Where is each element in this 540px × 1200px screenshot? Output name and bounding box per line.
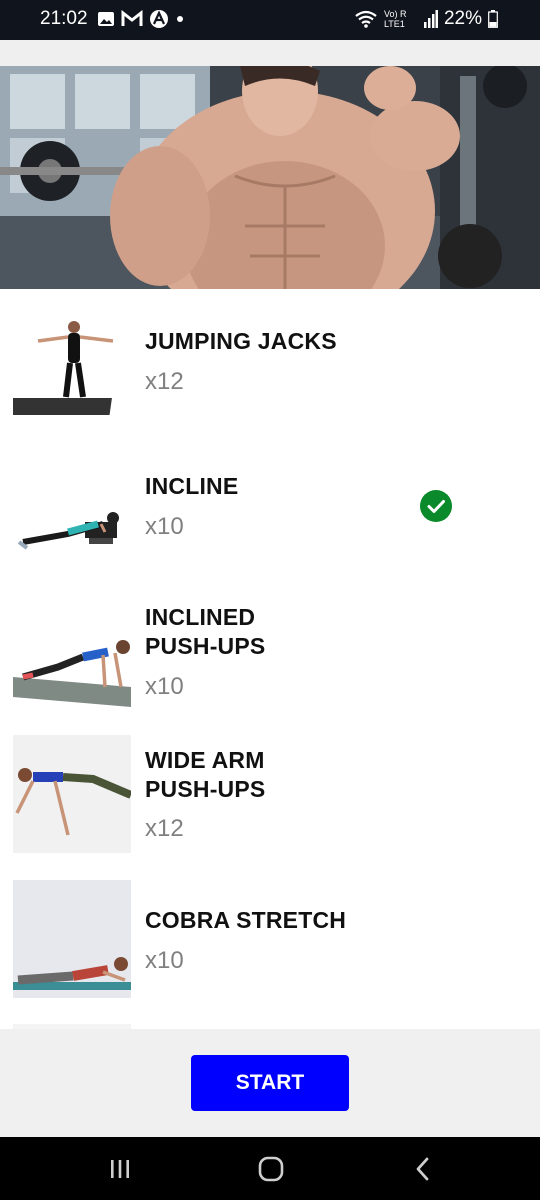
exercise-thumbnail-incline [13,450,131,568]
exercise-reps: x10 [145,513,184,540]
exercise-name: INCLINED PUSH-UPS [145,604,266,659]
exercise-thumbnail-wide-arm-push-ups [13,735,131,853]
exercise-name: COBRA STRETCH [145,907,347,933]
exercise-list[interactable]: JUMPING JACKS x12 INCLINE x10 INCLINED P… [0,289,540,1029]
exercise-thumbnail-inclined-push-ups [13,607,131,725]
status-bar: 21:02 Vo) R LTE1 22% [0,0,540,40]
exercise-item[interactable]: INCLINED PUSH-UPS x10 [0,591,540,725]
exercise-name: INCLINE [145,473,239,499]
app-a-icon [150,10,168,28]
exercise-item[interactable]: WIDE ARM PUSH-UPS x12 [0,719,540,853]
battery-label: 22% [443,8,482,29]
status-notification-icons [97,9,185,29]
home-icon[interactable] [255,1155,287,1183]
exercise-reps: x12 [145,815,184,842]
navigation-bar [0,1137,540,1200]
wifi-icon [355,10,377,28]
exercise-item[interactable]: COBRA STRETCH x10 [0,864,540,998]
hero-banner-image [0,66,540,289]
start-button[interactable]: START [191,1055,349,1111]
header-strip [0,40,540,66]
status-system-icons: Vo) R LTE1 22% [354,8,498,30]
back-icon[interactable] [407,1155,439,1183]
status-time: 21:02 [40,8,88,29]
battery-icon [488,10,498,28]
exercise-name: JUMPING JACKS [145,328,337,354]
network-label: Vo) R LTE1 [383,9,407,29]
exercise-item[interactable]: INCLINE x10 [0,434,540,568]
exercise-item[interactable]: JUMPING JACKS x12 [0,289,540,423]
exercise-reps: x10 [145,673,184,700]
exercise-thumbnail-cobra-stretch [13,880,131,998]
recent-apps-icon[interactable] [104,1155,136,1183]
completed-check-icon [420,490,452,522]
dot-icon [177,16,183,22]
exercise-reps: x12 [145,368,184,395]
gmail-icon [121,10,143,26]
exercise-name: WIDE ARM PUSH-UPS [145,747,266,802]
exercise-reps: x10 [145,947,184,974]
gallery-icon [98,12,114,26]
exercise-thumbnail-jumping-jacks [13,305,131,423]
signal-icon [423,10,438,28]
